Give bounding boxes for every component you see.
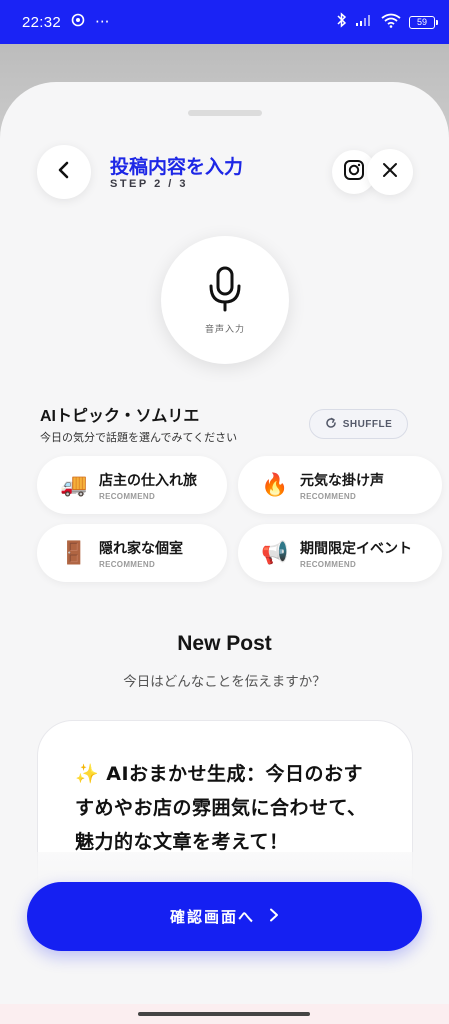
topic-chip-tag: RECOMMEND: [99, 559, 156, 569]
topic-chip-tag: RECOMMEND: [300, 491, 357, 501]
topic-chip-limited-event[interactable]: 📢 期間限定イベント RECOMMEND: [238, 524, 442, 582]
post-text-content: ✨ AIおまかせ生成：今日のおすすめやお店の雰囲気に合わせて、魅力的な文章を考え…: [75, 763, 367, 853]
door-icon: 🚪: [60, 540, 88, 566]
shuffle-button[interactable]: SHUFFLE: [309, 409, 408, 439]
sheet-grabber[interactable]: [188, 110, 262, 116]
confirm-button[interactable]: 確認画面へ: [27, 882, 422, 951]
home-indicator[interactable]: [138, 1012, 310, 1016]
topic-chip-tag: RECOMMEND: [99, 491, 156, 501]
topic-chip-tag: RECOMMEND: [300, 559, 357, 569]
status-bar: 22:32 ··· 59: [0, 0, 449, 44]
voice-input-button[interactable]: 音声入力: [161, 236, 289, 364]
signal-icon: [355, 13, 373, 31]
topic-chip-shopping-trip[interactable]: 🚚 店主の仕入れ旅 RECOMMEND: [37, 456, 227, 514]
vpn-icon: [71, 13, 85, 31]
chevron-left-icon: [57, 161, 71, 183]
delivery-truck-icon: 🚚: [60, 472, 88, 498]
page-title: 投稿内容を入力: [110, 157, 244, 178]
close-icon: [382, 162, 398, 182]
voice-input-label: 音声入力: [204, 324, 245, 335]
instagram-icon: [343, 159, 365, 185]
topic-sommelier-subtitle: 今日の気分で話題を選んでみてください: [40, 431, 238, 444]
status-time: 22:32: [22, 13, 62, 31]
step-indicator: STEP 2 / 3: [110, 178, 188, 190]
close-button[interactable]: [367, 149, 413, 195]
confirm-label: 確認画面へ: [169, 908, 255, 926]
new-post-subtitle: 今日はどんなことを伝えますか？: [123, 674, 326, 690]
shuffle-label: SHUFFLE: [342, 418, 393, 430]
refresh-icon: [325, 417, 337, 432]
post-input-sheet: 投稿内容を入力 STEP 2 / 3 音声入力 AIトピック・ソムリエ 今日の気…: [0, 82, 449, 1024]
megaphone-icon: 📢: [261, 540, 289, 566]
chevron-right-icon: [269, 908, 279, 926]
topic-chip-label: 元気な掛け声: [300, 472, 384, 489]
topic-chip-energetic-call[interactable]: 🔥 元気な掛け声 RECOMMEND: [238, 456, 442, 514]
status-more: ···: [95, 13, 110, 31]
new-post-title: New Post: [177, 632, 272, 655]
battery-icon: 59: [409, 15, 438, 29]
topic-chip-label: 期間限定イベント: [300, 540, 412, 557]
bluetooth-icon: [336, 12, 347, 32]
topic-chip-label: 隠れ家な個室: [99, 540, 183, 557]
wifi-icon: [381, 13, 401, 32]
microphone-icon: [208, 266, 242, 316]
back-button[interactable]: [37, 145, 91, 199]
fire-icon: 🔥: [261, 472, 289, 498]
topic-chip-private-room[interactable]: 🚪 隠れ家な個室 RECOMMEND: [37, 524, 227, 582]
topic-sommelier-title: AIトピック・ソムリエ: [40, 408, 200, 425]
topic-chip-label: 店主の仕入れ旅: [99, 472, 197, 489]
